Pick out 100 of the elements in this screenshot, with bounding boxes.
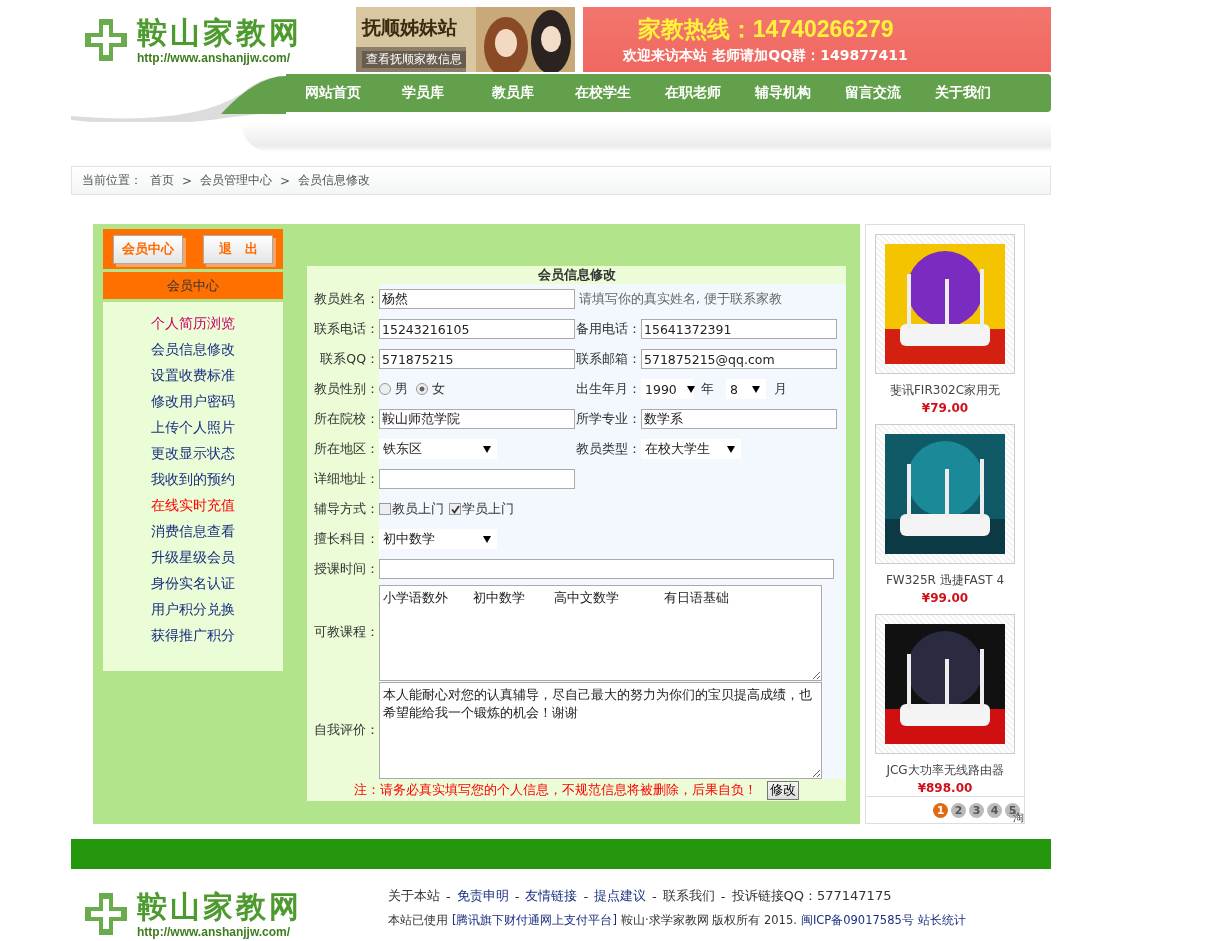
product-price: ¥898.00: [917, 781, 973, 795]
footer-text: 投诉链接QQ：577147175: [731, 887, 892, 905]
product-frame[interactable]: [875, 424, 1015, 564]
caret-icon: [727, 445, 735, 453]
footer-link[interactable]: 提点建议: [594, 887, 647, 905]
select-field[interactable]: 在校大学生: [641, 439, 741, 459]
text-field[interactable]: 571875215: [379, 349, 575, 369]
text-area[interactable]: 小学语数外 初中数学 高中文数学 有日语基础: [379, 584, 822, 681]
link-separator: -: [720, 888, 726, 904]
menu-link[interactable]: 我收到的预约: [151, 466, 235, 492]
footer-link[interactable]: [腾讯旗下财付通网上支付平台]: [452, 913, 617, 928]
text-area[interactable]: 本人能耐心对您的认真辅导，尽自己最大的努力为你们的宝贝提高成绩，也希望能给我一个锻炼的机会！谢谢: [379, 681, 822, 779]
text-field[interactable]: 鞍山师范学院: [379, 409, 575, 429]
text-field[interactable]: [379, 559, 834, 579]
text-field[interactable]: 15641372391: [641, 319, 837, 339]
radio-label: 男: [395, 380, 408, 398]
text-field[interactable]: [379, 469, 575, 489]
logo-title: 鞍山家教网: [137, 14, 302, 51]
field-label: 所在地区：: [313, 439, 379, 458]
footer-link[interactable]: 站长统计: [917, 913, 966, 928]
menu-link[interactable]: 在线实时充值: [151, 492, 235, 518]
banner-subtitle: 欢迎来访本站 老师请加QQ群：149877411: [623, 47, 908, 65]
caret-icon: [483, 445, 491, 453]
select-field[interactable]: 8: [726, 379, 766, 399]
product-name[interactable]: 斐讯FIR302C家用无: [889, 382, 1001, 399]
footer-text: 联系我们: [662, 887, 715, 905]
caret-icon: [483, 535, 491, 543]
banner-subtitle: 查看抚顺家教信息: [361, 51, 466, 68]
field-label: 教员姓名：: [313, 289, 379, 308]
menu-link[interactable]: 设置收费标准: [151, 362, 235, 388]
breadcrumb-link[interactable]: 首页: [150, 172, 174, 189]
copyright-text: 本站已使用: [388, 913, 448, 928]
field-label: 自我评价：: [313, 720, 379, 739]
menu-link[interactable]: 升级星级会员: [151, 544, 235, 570]
menu-link[interactable]: 消费信息查看: [151, 518, 235, 544]
logo-title: 鞍山家教网: [137, 888, 302, 925]
radio-button[interactable]: [416, 383, 428, 395]
copyright-text: 鞍山·求学家教网 版权所有 2015.: [621, 913, 797, 928]
menu-link[interactable]: 用户积分兑换: [151, 596, 235, 622]
page-number[interactable]: 2: [951, 802, 966, 818]
link-separator: -: [446, 888, 451, 904]
footer-link[interactable]: 友情链接: [525, 887, 578, 905]
breadcrumb-link[interactable]: 会员信息修改: [298, 172, 371, 189]
caret-icon: [686, 385, 695, 393]
caret-icon: [752, 385, 760, 393]
field-label: 所在院校：: [313, 409, 379, 428]
menu-link[interactable]: 身份实名认证: [151, 570, 235, 596]
hint-text: 请填写你的真实姓名, 便于联系家教: [579, 289, 782, 308]
radio-label: 女: [432, 380, 445, 398]
logo-url: http://www.anshanjjw.com/: [137, 924, 292, 939]
product-name[interactable]: JCG大功率无线路由器: [886, 762, 1004, 779]
select-field[interactable]: 铁东区: [379, 439, 497, 459]
page-number[interactable]: 4: [987, 802, 1002, 818]
product-frame[interactable]: [875, 614, 1015, 754]
checkbox[interactable]: [379, 503, 391, 515]
text-field[interactable]: 杨然: [379, 289, 575, 309]
unit-label: 月: [774, 380, 787, 398]
link-separator: -: [583, 888, 589, 904]
product-price: ¥79.00: [921, 401, 969, 415]
checkbox[interactable]: [449, 503, 461, 515]
radio-button[interactable]: [379, 383, 391, 395]
breadcrumb-separator: >: [280, 173, 291, 188]
submit-button[interactable]: 修改: [767, 780, 799, 800]
footer-link[interactable]: 免责申明: [456, 887, 509, 905]
breadcrumb-link[interactable]: 会员管理中心: [200, 172, 273, 189]
field-label: 辅导方式：: [313, 499, 379, 518]
select-field[interactable]: 初中数学: [379, 529, 497, 549]
page-number[interactable]: 3: [969, 802, 984, 818]
banner-title: 抚顺姊妹站: [361, 15, 457, 40]
breadcrumb-prefix: 当前位置：: [82, 172, 142, 189]
product-name[interactable]: FW325R 迅捷FAST 4: [885, 572, 1005, 589]
select-field[interactable]: 1990: [641, 379, 693, 399]
checkbox-label: 教员上门: [392, 500, 444, 518]
logo-url: http://www.anshanjjw.com/: [137, 50, 292, 65]
field-label: 可教课程：: [313, 623, 379, 641]
text-field[interactable]: 15243216105: [379, 319, 575, 339]
menu-link[interactable]: 获得推广积分: [151, 622, 235, 648]
text-field[interactable]: 571875215@qq.com: [641, 349, 837, 369]
footer-text: 关于本站: [388, 887, 440, 905]
menu-link[interactable]: 个人简历浏览: [151, 310, 235, 336]
product-frame[interactable]: [875, 234, 1015, 374]
unit-label: 年: [701, 380, 714, 398]
field-label: 出生年月：: [579, 379, 641, 398]
field-label: 详细地址：: [313, 469, 379, 488]
menu-link[interactable]: 上传个人照片: [151, 414, 235, 440]
menu-link[interactable]: 更改显示状态: [151, 440, 235, 466]
menu-header: 会员中心: [103, 272, 283, 299]
field-label: 联系QQ：: [319, 349, 379, 368]
field-label: 擅长科目：: [313, 529, 379, 548]
field-label: 联系电话：: [313, 319, 379, 338]
link-separator: -: [514, 888, 520, 904]
field-label: 教员性别：: [313, 379, 379, 398]
menu-link[interactable]: 会员信息修改: [151, 336, 235, 362]
footer-link[interactable]: 闽ICP备09017585号: [800, 913, 914, 928]
menu-link[interactable]: 修改用户密码: [151, 388, 235, 414]
banner-title: 家教热线：14740266279: [637, 15, 894, 44]
text-field[interactable]: 数学系: [641, 409, 837, 429]
breadcrumb-separator: >: [182, 173, 193, 188]
link-separator: -: [652, 888, 657, 904]
checkbox-label: 学员上门: [462, 500, 514, 518]
